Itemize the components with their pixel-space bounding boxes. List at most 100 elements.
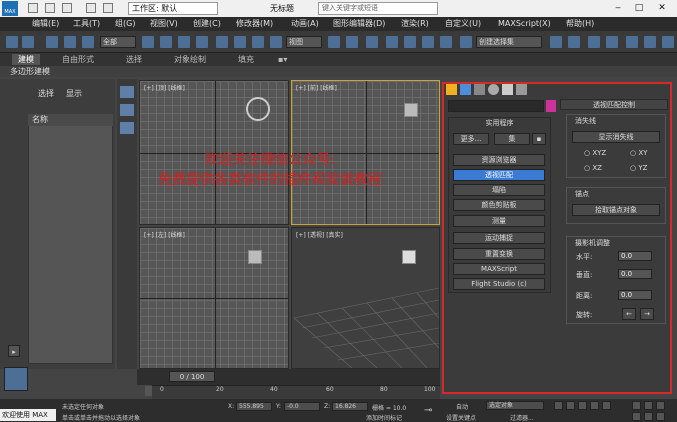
viewport-perspective[interactable]: [+] [透视] [真实]	[291, 227, 440, 369]
material-editor-icon[interactable]	[644, 36, 656, 48]
distance-input[interactable]: 0.0	[618, 290, 652, 300]
radio-xy[interactable]: ○ XY	[630, 149, 647, 157]
tab-select[interactable]: 选择	[38, 88, 54, 99]
menu-views[interactable]: 视图(V)	[150, 18, 178, 30]
reset-xform-button[interactable]: 重置变换	[453, 248, 545, 260]
app-logo[interactable]: MAX	[2, 1, 18, 16]
align-icon[interactable]	[568, 36, 580, 48]
snap-toggle-icon[interactable]	[386, 36, 398, 48]
menu-customize[interactable]: 自定义(U)	[445, 18, 481, 30]
collapse-button[interactable]: 塌陷	[453, 184, 545, 196]
hierarchy-tab-icon[interactable]	[474, 84, 485, 95]
go-to-start-icon[interactable]	[554, 401, 563, 410]
move-icon[interactable]	[216, 36, 228, 48]
placement-icon[interactable]	[270, 36, 282, 48]
viewport-label[interactable]: [+] [前] [线框]	[296, 83, 337, 92]
viewcube-icon[interactable]	[402, 250, 416, 264]
search-input[interactable]: 键入关键字或短语	[318, 2, 438, 15]
reference-coord-select[interactable]: 视图	[286, 36, 322, 48]
rotate-left-icon[interactable]: ←	[622, 308, 636, 320]
go-to-end-icon[interactable]	[602, 401, 611, 410]
viewcube-icon[interactable]	[248, 250, 262, 264]
ribbon-tab-populate[interactable]: 填充	[238, 54, 254, 65]
scene-list[interactable]	[28, 114, 113, 364]
field-of-view-icon[interactable]	[632, 412, 641, 421]
save-file-icon[interactable]	[62, 3, 72, 13]
ribbon-tab-selection[interactable]: 选择	[126, 54, 142, 65]
ribbon-options-icon[interactable]: ▪▾	[278, 54, 287, 65]
ribbon-tab-object-paint[interactable]: 对象绘制	[174, 54, 206, 65]
key-mode-select[interactable]: 选定对象	[486, 401, 544, 410]
new-file-icon[interactable]	[28, 3, 38, 13]
redo-icon[interactable]	[22, 36, 34, 48]
object-color-swatch[interactable]	[546, 100, 556, 112]
unlink-icon[interactable]	[64, 36, 76, 48]
close-icon[interactable]: ✕	[656, 2, 668, 14]
minimize-icon[interactable]: ‒	[612, 2, 624, 14]
key-filters-button[interactable]: 过滤器...	[510, 413, 534, 422]
create-tab-icon[interactable]	[446, 84, 457, 95]
bind-spacewarp-icon[interactable]	[82, 36, 94, 48]
motion-capture-button[interactable]: 运动捕捉	[453, 232, 545, 244]
mirror-icon[interactable]	[550, 36, 562, 48]
named-selection-sets[interactable]: 创建选择集	[476, 36, 542, 48]
viewport-label[interactable]: [+] [左] [线框]	[144, 230, 185, 239]
select-object-icon[interactable]	[142, 36, 154, 48]
radio-xz[interactable]: ○ XZ	[584, 164, 602, 172]
auto-key-label[interactable]: 自动	[456, 402, 468, 411]
menu-group[interactable]: 组(G)	[115, 18, 135, 30]
color-clipboard-button[interactable]: 颜色剪贴板	[453, 199, 545, 211]
viewport-label[interactable]: [+] [透视] [真实]	[296, 230, 343, 239]
undo-icon[interactable]	[86, 3, 96, 13]
redo-icon[interactable]	[103, 3, 113, 13]
modify-tab-icon[interactable]	[460, 84, 471, 95]
perspective-match-header[interactable]: 透视匹配控制	[560, 99, 668, 110]
select-manipulate-icon[interactable]	[346, 36, 358, 48]
link-icon[interactable]	[46, 36, 58, 48]
undo-icon[interactable]	[6, 36, 18, 48]
rect-selection-icon[interactable]	[178, 36, 190, 48]
column-name[interactable]: 名称	[28, 114, 113, 126]
object-name-input[interactable]	[448, 100, 544, 112]
maxscript-button[interactable]: MAXScript	[453, 263, 545, 275]
rotate-icon[interactable]	[234, 36, 246, 48]
flight-studio-button[interactable]: Flight Studio (c)	[453, 278, 545, 290]
render-setup-icon[interactable]	[662, 36, 674, 48]
z-coord-input[interactable]: 16.826	[332, 402, 368, 411]
viewcube-icon[interactable]	[404, 103, 418, 117]
hierarchy-icon[interactable]	[120, 104, 134, 116]
time-slider-thumb[interactable]: 0 / 100	[169, 371, 215, 382]
viewport-layout-icon[interactable]	[4, 367, 28, 391]
display-tab-icon[interactable]	[502, 84, 513, 95]
curve-editor-icon[interactable]	[626, 36, 638, 48]
percent-snap-icon[interactable]	[422, 36, 434, 48]
menu-edit[interactable]: 编辑(E)	[32, 18, 59, 30]
edit-named-sets-icon[interactable]	[460, 36, 472, 48]
configure-sets-icon[interactable]: ▪	[532, 133, 546, 145]
selection-filter[interactable]: 全部	[100, 36, 136, 48]
play-icon[interactable]	[578, 401, 587, 410]
vertical-input[interactable]: 0.0	[618, 269, 652, 279]
pan-icon[interactable]	[644, 412, 653, 421]
maxscript-listener[interactable]: 欢迎使用 MAX	[0, 409, 56, 421]
measure-button[interactable]: 测量	[453, 215, 545, 227]
radio-xyz[interactable]: ○ XYZ	[584, 149, 606, 157]
key-icon[interactable]: ⊸	[424, 405, 438, 416]
expand-arrow-icon[interactable]: ▸	[8, 345, 20, 357]
open-file-icon[interactable]	[45, 3, 55, 13]
ribbon-tab-modeling[interactable]: 建模	[12, 54, 40, 65]
layer-explorer-icon[interactable]	[606, 36, 618, 48]
set-key-label[interactable]: 设置关键点	[446, 413, 476, 422]
utilities-title[interactable]: 实用程序	[448, 118, 551, 128]
menu-modifiers[interactable]: 修改器(M)	[236, 18, 273, 30]
y-coord-input[interactable]: -0.0	[284, 402, 320, 411]
rotate-right-icon[interactable]: →	[640, 308, 654, 320]
keyboard-shortcut-icon[interactable]	[366, 36, 378, 48]
pick-anchor-button[interactable]: 拾取锚点对象	[572, 204, 660, 216]
scene-explorer-icon[interactable]	[588, 36, 600, 48]
radio-yz[interactable]: ○ YZ	[630, 164, 647, 172]
add-time-tag[interactable]: 添加时间标记	[366, 413, 402, 422]
table-icon[interactable]	[120, 122, 134, 134]
menu-help[interactable]: 帮助(H)	[566, 18, 594, 30]
menu-create[interactable]: 创建(C)	[193, 18, 221, 30]
